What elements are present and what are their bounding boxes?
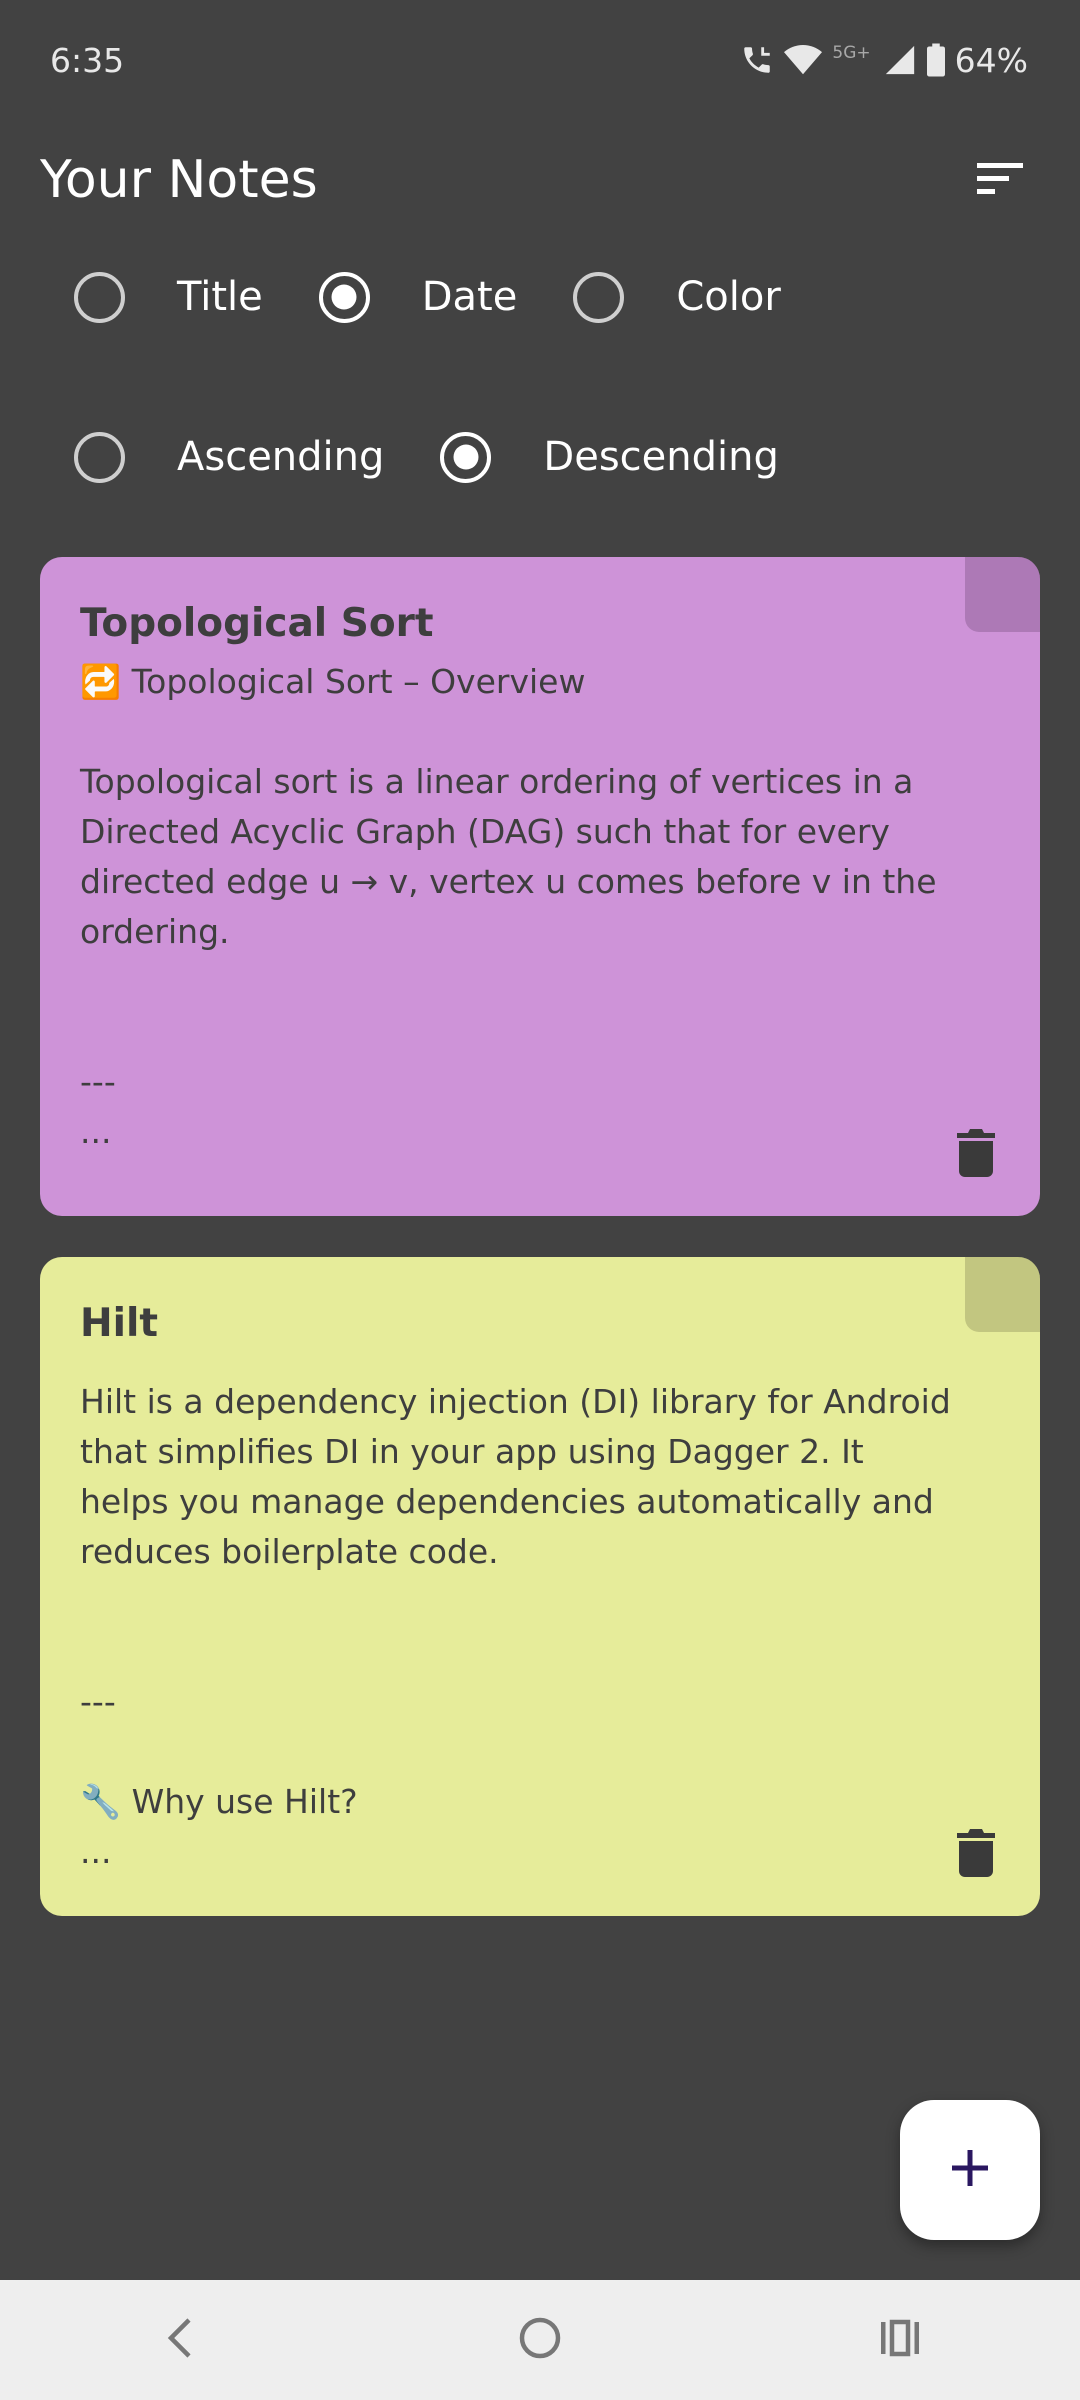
note-title: Topological Sort <box>80 601 434 646</box>
battery-percent: 64% <box>954 40 1028 80</box>
trash-icon <box>957 1829 995 1881</box>
note-content: Hilt is a dependency injection (DI) libr… <box>80 1382 951 1871</box>
back-icon <box>165 2316 195 2364</box>
system-navigation-bar <box>0 2280 1080 2400</box>
radio-button[interactable] <box>74 431 125 483</box>
sort-by-date-option[interactable]: Date <box>318 271 574 323</box>
plus-icon <box>950 2148 990 2192</box>
sort-by-color-option[interactable]: Color <box>573 271 781 323</box>
note-title: Hilt <box>80 1301 159 1346</box>
sort-ascending-option[interactable]: Ascending <box>74 431 440 483</box>
radio-label: Date <box>421 274 518 320</box>
radio-button-selected[interactable] <box>440 431 492 483</box>
status-bar: 6:35 5G+ 64% <box>0 0 1080 120</box>
delete-note-button[interactable] <box>948 1124 1004 1186</box>
sort-by-title-option[interactable]: Title <box>74 271 319 323</box>
status-time: 6:35 <box>50 40 125 80</box>
recents-icon <box>878 2318 922 2362</box>
add-note-button[interactable] <box>900 2100 1040 2240</box>
signal-icon <box>883 43 917 77</box>
home-button[interactable] <box>480 2290 600 2390</box>
page-title: Your Notes <box>40 150 318 210</box>
radio-button[interactable] <box>573 271 625 323</box>
sort-by-group: Title Date Color <box>74 262 781 332</box>
trash-icon <box>957 1129 995 1181</box>
note-content: 🔁 Topological Sort – Overview Topologica… <box>80 662 937 1151</box>
back-button[interactable] <box>120 2290 240 2390</box>
network-type-label: 5G+ <box>832 43 871 63</box>
call-icon <box>740 43 774 77</box>
note-corner-fold <box>965 1257 1040 1332</box>
delete-note-button[interactable] <box>948 1824 1004 1886</box>
radio-label: Title <box>177 274 263 320</box>
sort-descending-option[interactable]: Descending <box>440 431 779 483</box>
note-corner-fold <box>965 557 1040 632</box>
recents-button[interactable] <box>840 2290 960 2390</box>
sort-toggle-button[interactable] <box>960 140 1040 220</box>
radio-button[interactable] <box>74 271 125 323</box>
radio-label: Descending <box>543 434 779 480</box>
header: Your Notes <box>40 140 1040 220</box>
sort-icon <box>975 161 1025 199</box>
wifi-icon <box>784 44 823 76</box>
radio-button-selected[interactable] <box>318 271 370 323</box>
home-icon <box>518 2316 562 2364</box>
radio-label: Color <box>676 274 781 320</box>
radio-label: Ascending <box>177 434 385 480</box>
battery-icon <box>926 43 945 77</box>
note-card[interactable]: Topological Sort 🔁 Topological Sort – Ov… <box>40 557 1040 1216</box>
sort-order-group: Ascending Descending <box>74 422 779 492</box>
status-icons: 5G+ 64% <box>740 41 1028 80</box>
note-card[interactable]: Hilt Hilt is a dependency injection (DI)… <box>40 1257 1040 1916</box>
